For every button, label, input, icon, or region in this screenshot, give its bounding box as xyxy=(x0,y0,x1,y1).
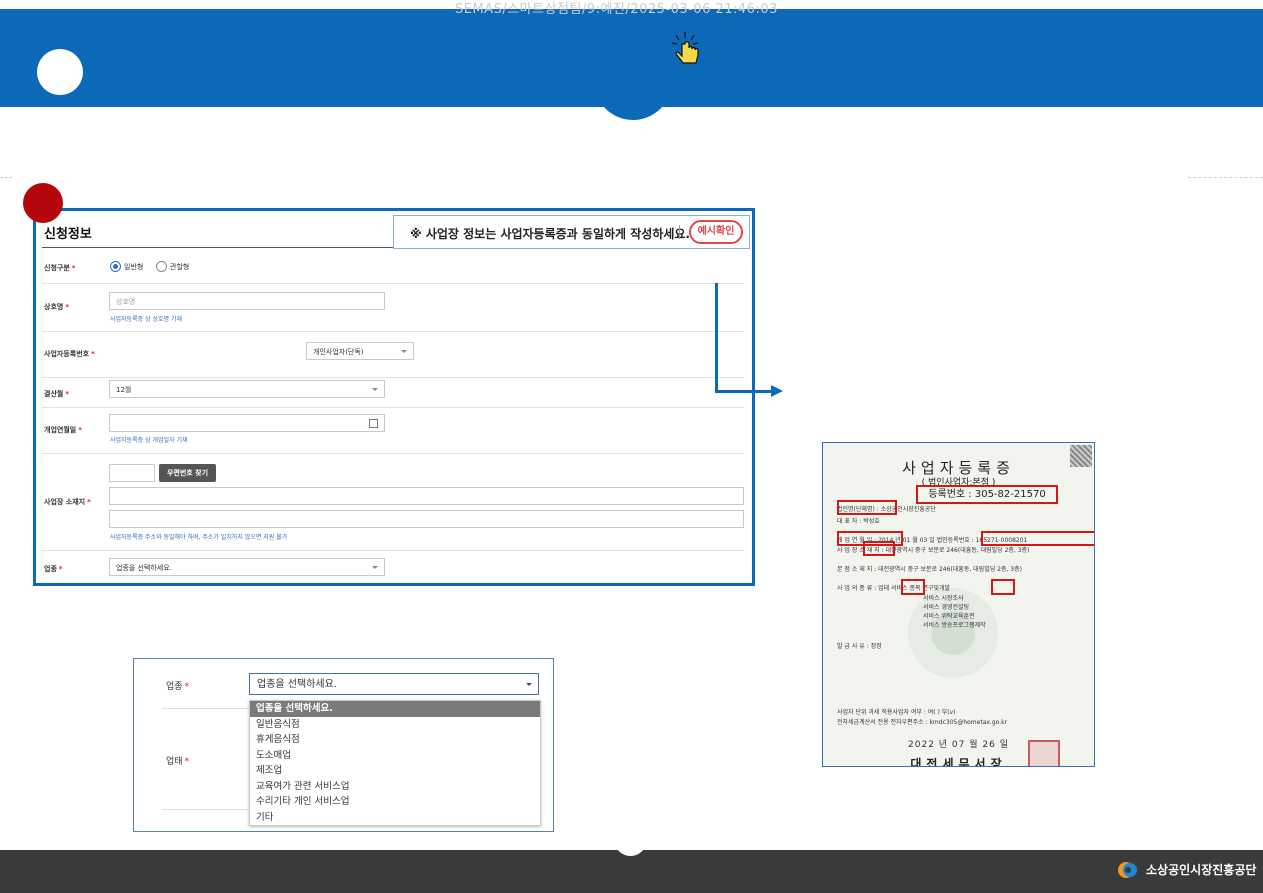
chevron-down-icon xyxy=(526,683,532,686)
label-application-type: 신청구분 * xyxy=(44,264,76,272)
industry-dropdown-demo: 업종 * 업종을 선택하세요. 업태 * 업종을 선택하세요. 일반음식점 휴게음식… xyxy=(133,658,554,832)
industry-option[interactable]: 휴게음식점 xyxy=(250,732,540,748)
label-settlement-month: 결산월 * xyxy=(44,390,69,398)
certificate-line: 사업자 단위 과세 적용사업자 여부 : 여( ) 부(v) xyxy=(837,709,956,716)
highlight-box-location xyxy=(863,541,895,556)
footer-bar xyxy=(0,850,1263,893)
certificate-line: 본 점 소 재 지 : 대전광역시 중구 보문로 246(대흥동, 대림빌딩 2… xyxy=(837,566,1022,573)
address-line2-input[interactable] xyxy=(109,510,744,528)
row-industry: 업종 * 업종을 선택하세요. xyxy=(42,551,744,581)
divider-right xyxy=(1188,177,1263,178)
label-industry: 업종 * xyxy=(44,565,63,573)
industry-options-list: 업종을 선택하세요. 일반음식점 휴게음식점 도소매업 제조업 교육여가 관련 … xyxy=(249,700,541,826)
highlight-box-business-type xyxy=(901,579,925,595)
step-marker-icon xyxy=(23,183,63,223)
chevron-down-icon xyxy=(401,350,407,353)
certificate-line: 서비스 위탁교육훈련 xyxy=(923,613,975,620)
label-open-date: 개업연월일 * xyxy=(44,426,82,434)
zipcode-input[interactable] xyxy=(109,464,155,482)
address-hint: 사업자등록증 주소와 동일해야 하며, 주소가 일치하지 않으면 지원 불가 xyxy=(110,534,288,541)
certificate-line: 사 업 의 종 류 : 업태 서비스 종목 연구및개발 xyxy=(837,585,951,592)
zipcode-search-button[interactable]: 우편번호 찾기 xyxy=(159,464,216,482)
certificate-line: 발 급 사 유 : 정정 xyxy=(837,643,882,650)
certificate-line: 대 표 자 : 박성효 xyxy=(837,518,880,525)
business-type-select[interactable]: 개인사업자(단독) xyxy=(306,342,414,360)
notice-separator xyxy=(679,225,680,239)
row-business-name: 상호명 * 상호명 사업자등록증 상 상호명 기재 xyxy=(42,284,744,332)
banner-tab xyxy=(594,60,672,120)
banner-circle-icon xyxy=(37,49,83,95)
industry-option[interactable]: 일반음식점 xyxy=(250,717,540,733)
industry-option[interactable]: 제조업 xyxy=(250,763,540,779)
business-name-input[interactable]: 상호명 xyxy=(109,292,385,310)
row-settlement-month: 결산월 * 12월 xyxy=(42,378,744,408)
radio-jurisdiction-label: 관할형 xyxy=(170,263,190,271)
industry-option[interactable]: 업종을 선택하세요. xyxy=(250,701,540,717)
calendar-icon[interactable] xyxy=(369,419,378,428)
application-form: 신청정보 ※ 사업장 정보는 사업자등록증과 동일하게 작성하세요. 예시확인 … xyxy=(33,208,755,586)
radio-general-label: 일반형 xyxy=(124,263,144,271)
semas-logo-icon xyxy=(1118,862,1137,878)
notice-box: ※ 사업장 정보는 사업자등록증과 동일하게 작성하세요. 예시확인 xyxy=(393,215,750,249)
highlight-box-business-item xyxy=(991,579,1015,595)
certificate-line: 서비스 시장조사 xyxy=(923,595,964,602)
industry-option[interactable]: 수리기타 개인 서비스업 xyxy=(250,794,540,810)
arrow-right-icon xyxy=(771,385,783,397)
business-registration-certificate: 사업자등록증 ( 법인사업자:본점 ) 등록번호 : 305-82-21570 … xyxy=(822,442,1095,767)
divider-left xyxy=(0,177,12,178)
address-line1-input[interactable] xyxy=(109,487,744,505)
connector-line-horizontal xyxy=(715,390,773,393)
highlight-box-corp-number xyxy=(981,531,1094,546)
certificate-office: 대전세무서장 xyxy=(910,757,1007,767)
industry-option[interactable]: 기타 xyxy=(250,810,540,826)
label-business-name: 상호명 * xyxy=(44,303,69,311)
highlight-box-company-name xyxy=(837,500,897,515)
label-category-demo: 업태 * xyxy=(166,757,190,767)
row-address: 사업장 소재지 * 우편번호 찾기 사업자등록증 주소와 동일해야 하며, 주소가… xyxy=(42,454,744,551)
certificate-line: 서비스 경영컨설팅 xyxy=(923,604,970,611)
radio-general[interactable] xyxy=(110,261,121,272)
open-date-input[interactable] xyxy=(109,414,385,432)
chevron-down-icon xyxy=(372,388,378,391)
certificate-registration-number: 등록번호 : 305-82-21570 xyxy=(916,485,1058,504)
example-check-button[interactable]: 예시확인 xyxy=(689,220,743,244)
industry-option[interactable]: 도소매업 xyxy=(250,748,540,764)
label-address: 사업장 소재지 * xyxy=(44,498,91,506)
form-title: 신청정보 xyxy=(44,227,92,242)
industry-select[interactable]: 업종을 선택하세요. xyxy=(109,558,385,576)
row-application-type: 신청구분 * 일반형 관할형 xyxy=(42,248,744,284)
footer-organization-name: 소상공인시장진흥공단 xyxy=(1146,863,1257,877)
industry-option[interactable]: 교육여가 관련 서비스업 xyxy=(250,779,540,795)
open-date-hint: 사업자등록증 상 개업일자 기재 xyxy=(110,437,188,444)
chevron-down-icon xyxy=(372,566,378,569)
notice-text: ※ 사업장 정보는 사업자등록증과 동일하게 작성하세요. xyxy=(410,227,690,241)
hand-pointer-icon xyxy=(671,32,699,64)
row-business-number: 사업자등록번호 * 개인사업자(단독) xyxy=(42,332,744,378)
connector-line-vertical xyxy=(715,283,718,393)
label-business-number: 사업자등록번호 * xyxy=(44,350,95,358)
radio-jurisdiction[interactable] xyxy=(156,261,167,272)
certificate-line: 전자세금계산서 전용 전자우편주소 : kmdc305@hometax.go.k… xyxy=(837,719,1008,726)
label-industry-demo: 업종 * xyxy=(166,682,190,692)
certificate-line: 서비스 방송프로그램제작 xyxy=(923,622,986,629)
row-open-date: 개업연월일 * 사업자등록증 상 개업일자 기재 xyxy=(42,408,744,454)
settlement-month-select[interactable]: 12월 xyxy=(109,380,385,398)
watermark-text: SEMAS/스마트상점팀/9:예진/2025-03-06 21:46:03 xyxy=(455,2,778,17)
business-name-hint: 사업자등록증 상 상호명 기재 xyxy=(110,316,182,323)
industry-demo-select[interactable]: 업종을 선택하세요. xyxy=(249,673,539,695)
